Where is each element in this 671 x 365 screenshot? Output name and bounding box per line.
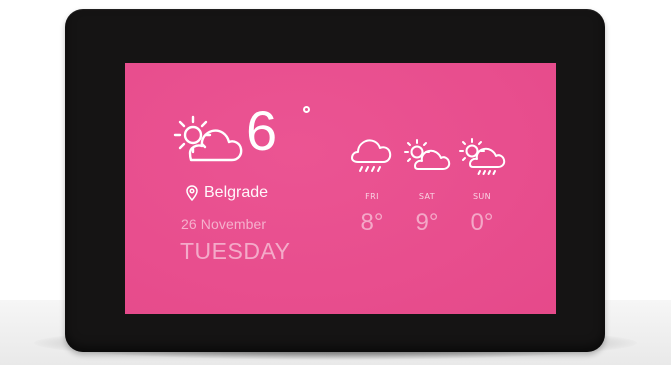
forecast-saturday: SAT 9°: [403, 138, 451, 235]
city-label: Belgrade: [204, 184, 269, 201]
sun-cloud-icon: [404, 139, 451, 170]
location-row: Belgrade: [185, 184, 268, 202]
weather-display-device: 6 Belgrade 26 November TUESDAY FRI 8° SA…: [65, 9, 605, 352]
forecast-temperature: 0°: [470, 209, 494, 236]
location-pin-icon: [186, 185, 198, 201]
forecast-temperature: 8°: [360, 209, 384, 236]
forecast-day-label: SUN: [472, 192, 492, 201]
current-temperature: 6: [246, 99, 277, 162]
sun-cloud-icon: [173, 115, 243, 162]
forecast-sunday: SUN 0°: [458, 138, 506, 235]
rain-cloud-icon: [351, 139, 392, 172]
degree-symbol: [303, 106, 310, 113]
sun-cloud-rain-icon: [459, 138, 506, 175]
forecast-temperature: 9°: [415, 209, 439, 236]
date-label: 26 November: [181, 216, 267, 232]
weather-screen: 6 Belgrade 26 November TUESDAY FRI 8° SA…: [125, 63, 556, 314]
forecast-day-label: FRI: [365, 192, 379, 201]
forecast-friday: FRI 8°: [348, 138, 396, 235]
weekday-label: TUESDAY: [180, 238, 291, 264]
forecast-day-label: SAT: [418, 192, 436, 201]
